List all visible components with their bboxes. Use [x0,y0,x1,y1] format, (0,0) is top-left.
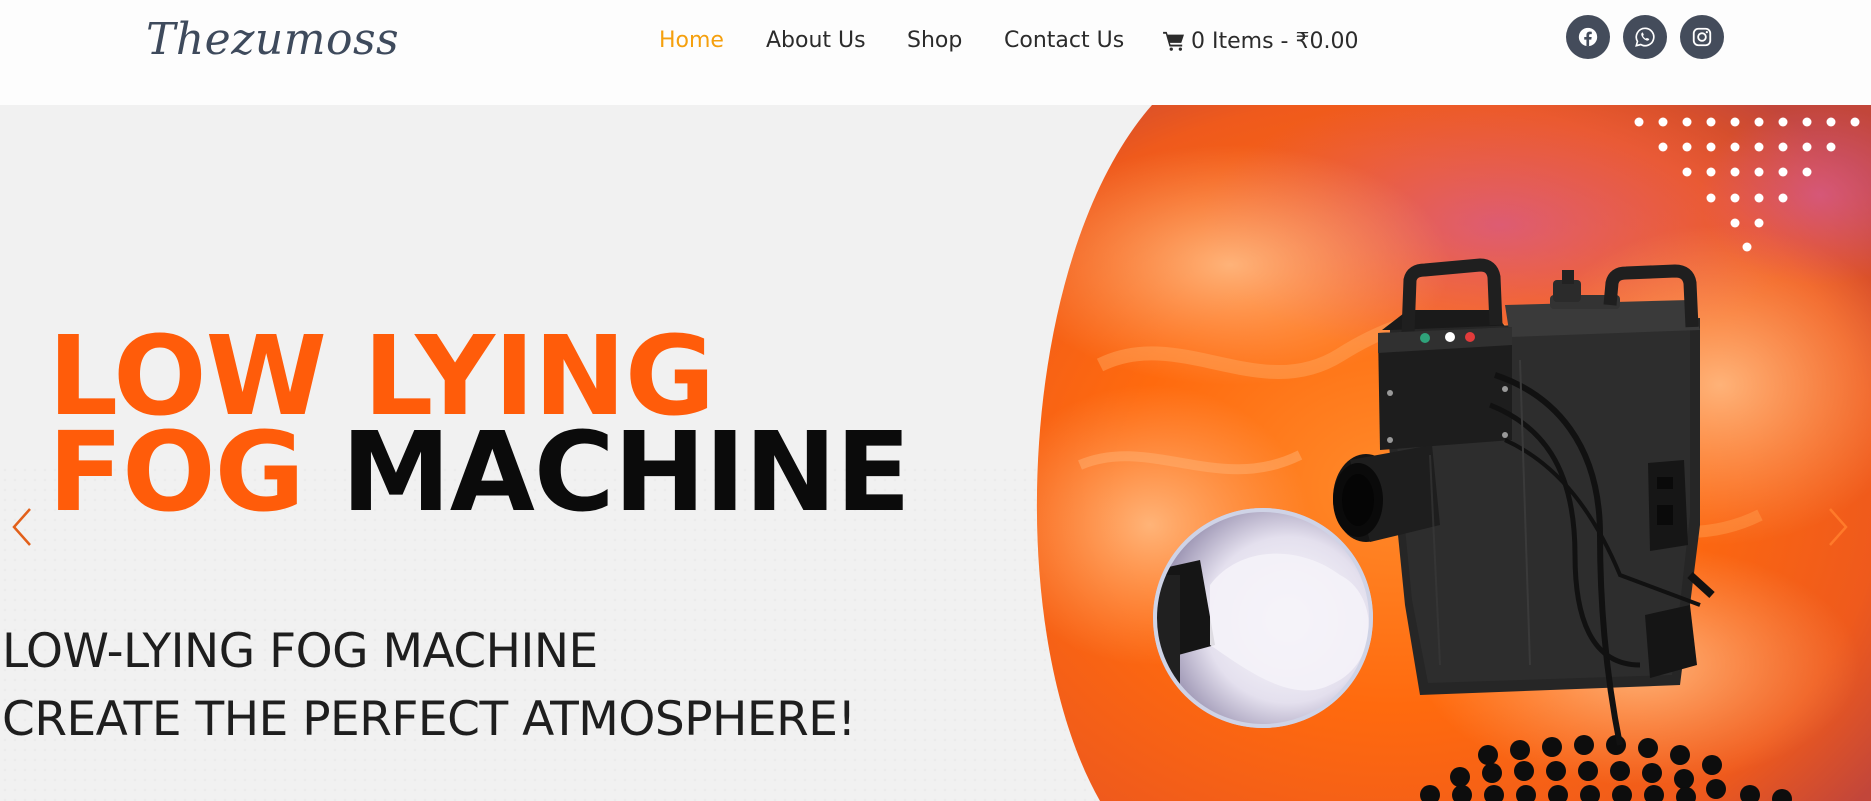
chevron-right-icon [1829,508,1848,546]
whatsapp-icon [1635,27,1655,47]
nav-shop-link[interactable]: Shop [907,26,962,56]
headline-word-machine: MACHINE [341,408,911,536]
whatsapp-button[interactable] [1623,15,1667,59]
instagram-icon [1692,27,1712,47]
cart-link[interactable]: 0 Items - ₹0.00 [1163,26,1358,56]
headline-word-fog: FOG [48,408,305,536]
facebook-icon [1578,27,1598,47]
nav-contact-link[interactable]: Contact Us [1004,26,1124,56]
slider-prev-button[interactable] [8,505,38,549]
cart-summary: 0 Items - ₹0.00 [1191,28,1359,54]
nav-home-link[interactable]: Home [659,26,724,56]
hero-subtitle-2: CREATE THE PERFECT ATMOSPHERE! [2,692,856,747]
instagram-button[interactable] [1680,15,1724,59]
hero-headline: LOW LYING FOG MACHINE [48,321,911,527]
slider-next-button[interactable] [1822,505,1852,549]
cart-icon [1163,31,1184,51]
site-header: Thezumoss Home About Us Shop Contact Us … [0,0,1871,105]
nav-about-link[interactable]: About Us [766,26,866,56]
chevron-left-icon [12,508,31,546]
site-logo[interactable]: Thezumoss [146,14,399,65]
hero-banner: LOW LYING FOG MACHINE LOW-LYING FOG MACH… [0,105,1871,801]
hero-subtitle-1: LOW-LYING FOG MACHINE [2,624,598,679]
facebook-button[interactable] [1566,15,1610,59]
